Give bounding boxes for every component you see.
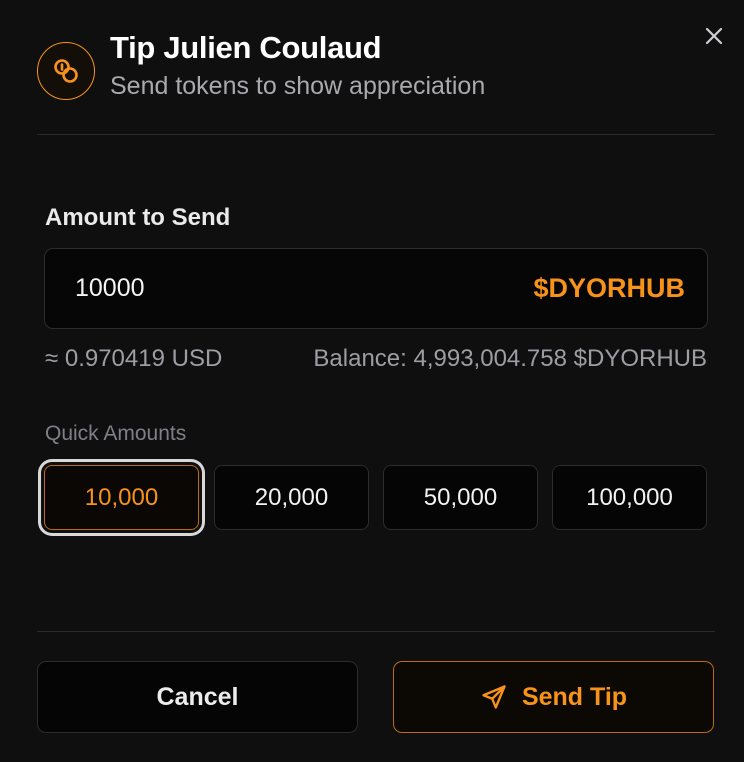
amount-input[interactable] [75, 249, 515, 328]
token-symbol: $DYORHUB [533, 273, 685, 303]
usd-estimate: ≈ 0.970419 USD [45, 345, 223, 372]
tip-dialog: Tip Julien Coulaud Send tokens to show a… [0, 0, 744, 762]
close-icon [705, 27, 723, 45]
coins-icon [37, 42, 95, 100]
balance-text: Balance: 4,993,004.758 $DYORHUB [313, 345, 707, 372]
amount-label: Amount to Send [45, 204, 231, 231]
amount-field: $DYORHUB [44, 248, 708, 329]
quick-amount-button[interactable]: 50,000 [383, 465, 538, 530]
send-icon [482, 685, 506, 709]
quick-amounts-label: Quick Amounts [45, 422, 187, 445]
send-tip-button[interactable]: Send Tip [393, 661, 714, 733]
quick-amounts: 10,000 20,000 50,000 100,000 [44, 465, 708, 530]
footer-divider [37, 631, 715, 632]
quick-amount-button[interactable]: 10,000 [44, 465, 199, 530]
cancel-label: Cancel [156, 682, 239, 711]
close-button[interactable] [698, 20, 730, 52]
quick-amount-button[interactable]: 20,000 [214, 465, 369, 530]
header-divider [37, 134, 715, 135]
dialog-title: Tip Julien Coulaud [110, 30, 382, 65]
quick-amount-button[interactable]: 100,000 [552, 465, 707, 530]
send-tip-label: Send Tip [521, 682, 628, 711]
dialog-subtitle: Send tokens to show appreciation [110, 72, 486, 100]
dialog-header: Tip Julien Coulaud Send tokens to show a… [37, 28, 715, 108]
cancel-button[interactable]: Cancel [37, 661, 358, 733]
